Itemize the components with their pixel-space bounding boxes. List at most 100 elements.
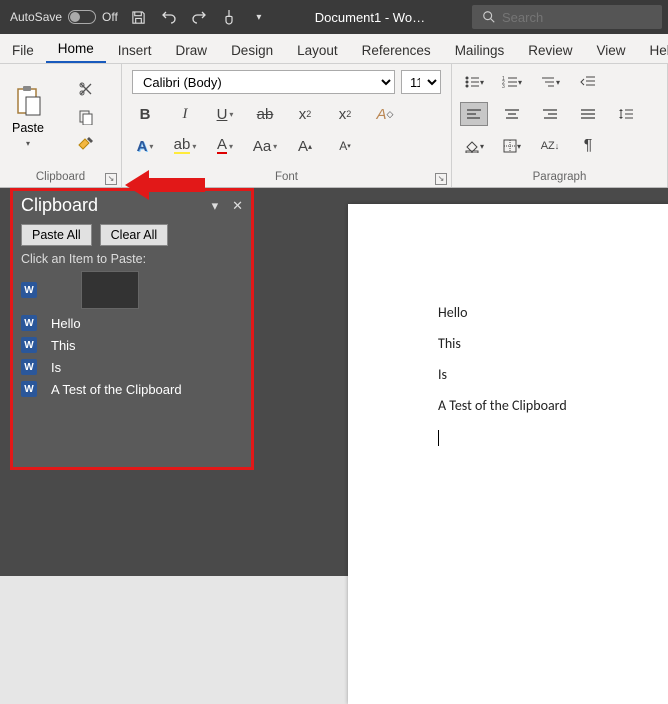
underline-button[interactable]: U▾ [212,102,238,126]
numbering-button[interactable]: 123▾ [498,70,526,94]
ribbon: Paste ▾ Clipboard ↘ Calibri (Body) 11 B … [0,64,668,188]
tab-insert[interactable]: Insert [106,37,164,63]
clipboard-item-text: This [51,338,76,353]
group-paragraph: ▾ 123▾ ▾ ▾ ▾ AZ↓ ¶ Paragraph [452,64,668,187]
clipboard-item[interactable]: W Is [13,356,251,378]
paste-label: Paste [12,121,44,135]
word-doc-icon: W [21,359,37,375]
sort-button[interactable]: AZ↓ [536,134,564,158]
eraser-icon: ◇ [387,109,394,120]
bold-button[interactable]: B [132,102,158,126]
word-doc-icon: W [21,315,37,331]
line-spacing-button[interactable] [612,102,640,126]
tab-design[interactable]: Design [219,37,285,63]
paste-all-button[interactable]: Paste All [21,224,92,246]
search-icon [482,10,496,24]
cut-button[interactable] [75,78,97,100]
font-color-button[interactable]: A▾ [212,134,238,158]
group-clipboard: Paste ▾ Clipboard ↘ [0,64,122,187]
word-doc-icon: W [21,381,37,397]
align-center-button[interactable] [498,102,526,126]
redo-icon[interactable] [190,8,208,26]
tab-references[interactable]: References [350,37,443,63]
paint-bucket-icon [464,139,480,153]
annotation-arrow [125,170,205,198]
paintbrush-icon [77,137,95,153]
clipboard-item[interactable]: W A Test of the Clipboard [13,378,251,400]
italic-button[interactable]: I [172,102,198,126]
clipboard-hint: Click an Item to Paste: [13,250,251,268]
borders-button[interactable]: ▾ [498,134,526,158]
align-right-button[interactable] [536,102,564,126]
subscript-button[interactable]: x2 [292,102,318,126]
ribbon-tabs: File Home Insert Draw Design Layout Refe… [0,34,668,64]
change-case-button[interactable]: Aa▾ [252,134,278,158]
highlight-button[interactable]: ab▾ [172,134,198,158]
shrink-font-button[interactable]: A▾ [332,134,358,158]
clipboard-item[interactable]: W [13,268,251,312]
pane-options-icon[interactable]: ▾ [212,198,219,214]
align-center-icon [504,108,520,120]
clear-formatting-button[interactable]: A◇ [372,102,398,126]
tab-view[interactable]: View [584,37,637,63]
tab-layout[interactable]: Layout [285,37,350,63]
justify-button[interactable] [574,102,602,126]
document-line: A Test of the Clipboard [438,397,668,414]
word-doc-icon: W [21,337,37,353]
pane-close-icon[interactable]: ✕ [232,198,243,214]
word-doc-icon: W [21,282,37,298]
borders-icon [503,139,517,153]
tab-draw[interactable]: Draw [164,37,220,63]
clipboard-thumbnail [81,271,139,309]
tab-mailings[interactable]: Mailings [443,37,517,63]
font-size-select[interactable]: 11 [401,70,441,94]
bullets-button[interactable]: ▾ [460,70,488,94]
superscript-button[interactable]: x2 [332,102,358,126]
clipboard-item[interactable]: W Hello [13,312,251,334]
tab-home[interactable]: Home [46,35,106,63]
copy-button[interactable] [75,106,97,128]
toggle-switch-icon[interactable] [68,10,96,24]
grow-font-button[interactable]: A▴ [292,134,318,158]
autosave-toggle[interactable]: AutoSave Off [10,10,118,24]
font-launcher[interactable]: ↘ [435,173,447,185]
decrease-indent-button[interactable] [574,70,602,94]
svg-text:3: 3 [502,84,505,89]
multilevel-list-button[interactable]: ▾ [536,70,564,94]
paste-button[interactable]: Paste ▾ [4,68,52,165]
line-spacing-icon [618,107,634,121]
tab-file[interactable]: File [0,37,46,63]
clipboard-item[interactable]: W This [13,334,251,356]
font-name-select[interactable]: Calibri (Body) [132,70,395,94]
shading-button[interactable]: ▾ [460,134,488,158]
search-box[interactable] [472,5,662,29]
text-effects-button[interactable]: A▾ [132,134,158,158]
touch-mode-icon[interactable] [220,8,238,26]
document-line: Is [438,366,668,383]
search-input[interactable] [502,10,642,25]
undo-icon[interactable] [160,8,178,26]
copy-icon [78,109,94,125]
save-icon[interactable] [130,8,148,26]
document-line: This [438,335,668,352]
clipboard-pane: Clipboard ▾ ✕ Paste All Clear All Click … [10,188,254,470]
group-font: Calibri (Body) 11 B I U▾ ab x2 x2 A◇ A▾ … [122,64,452,187]
customize-qat-icon[interactable]: ▾ [250,8,268,26]
clipboard-item-text: Is [51,360,61,375]
tab-review[interactable]: Review [516,37,584,63]
scissors-icon [78,81,94,97]
clipboard-pane-title: Clipboard [21,195,98,216]
clipboard-item-text: Hello [51,316,81,331]
tab-help[interactable]: Help [638,37,668,63]
show-marks-button[interactable]: ¶ [574,134,602,158]
strikethrough-button[interactable]: ab [252,102,278,126]
justify-icon [580,108,596,120]
quick-access-toolbar: AutoSave Off ▾ [0,8,268,26]
document-page[interactable]: Hello This Is A Test of the Clipboard [348,204,668,704]
group-label-clipboard: Clipboard ↘ [0,169,121,187]
clipboard-launcher[interactable]: ↘ [105,173,117,185]
align-left-button[interactable] [460,102,488,126]
title-bar: AutoSave Off ▾ Document1 - Wo… [0,0,668,34]
format-painter-button[interactable] [75,134,97,156]
clear-all-button[interactable]: Clear All [100,224,169,246]
